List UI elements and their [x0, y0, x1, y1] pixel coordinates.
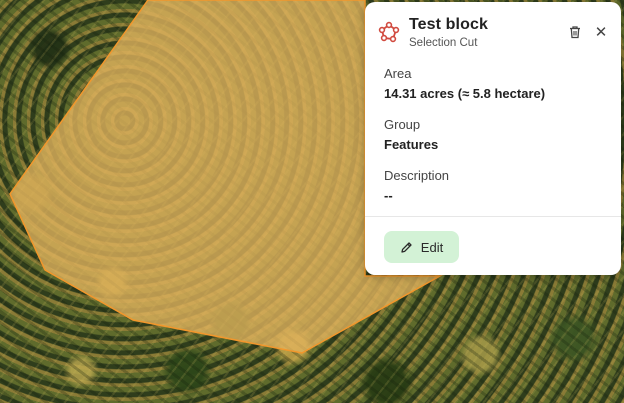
edit-button-label: Edit: [420, 239, 444, 255]
close-icon: ✕: [594, 23, 608, 41]
edit-button[interactable]: Edit: [384, 231, 459, 263]
close-button[interactable]: ✕: [591, 22, 611, 42]
area-label: Area: [384, 66, 412, 81]
group-label: Group: [384, 117, 421, 132]
description-label: Description: [384, 168, 450, 183]
popup-title: Test block: [409, 16, 488, 33]
feature-popup: Test block Selection Cut ✕ Area 14.31 ac…: [365, 2, 621, 275]
polygon-icon: [378, 21, 400, 43]
popup-divider: [365, 216, 621, 217]
pencil-icon: [401, 241, 412, 253]
delete-button[interactable]: [565, 22, 585, 42]
area-value: 14.31 acres (≈ 5.8 hectare): [384, 86, 546, 101]
group-value: Features: [384, 137, 439, 152]
popup-header: Test block Selection Cut ✕: [365, 2, 621, 57]
trash-icon: [570, 26, 580, 39]
popup-subtitle: Selection Cut: [409, 37, 478, 49]
description-value: --: [384, 188, 393, 203]
